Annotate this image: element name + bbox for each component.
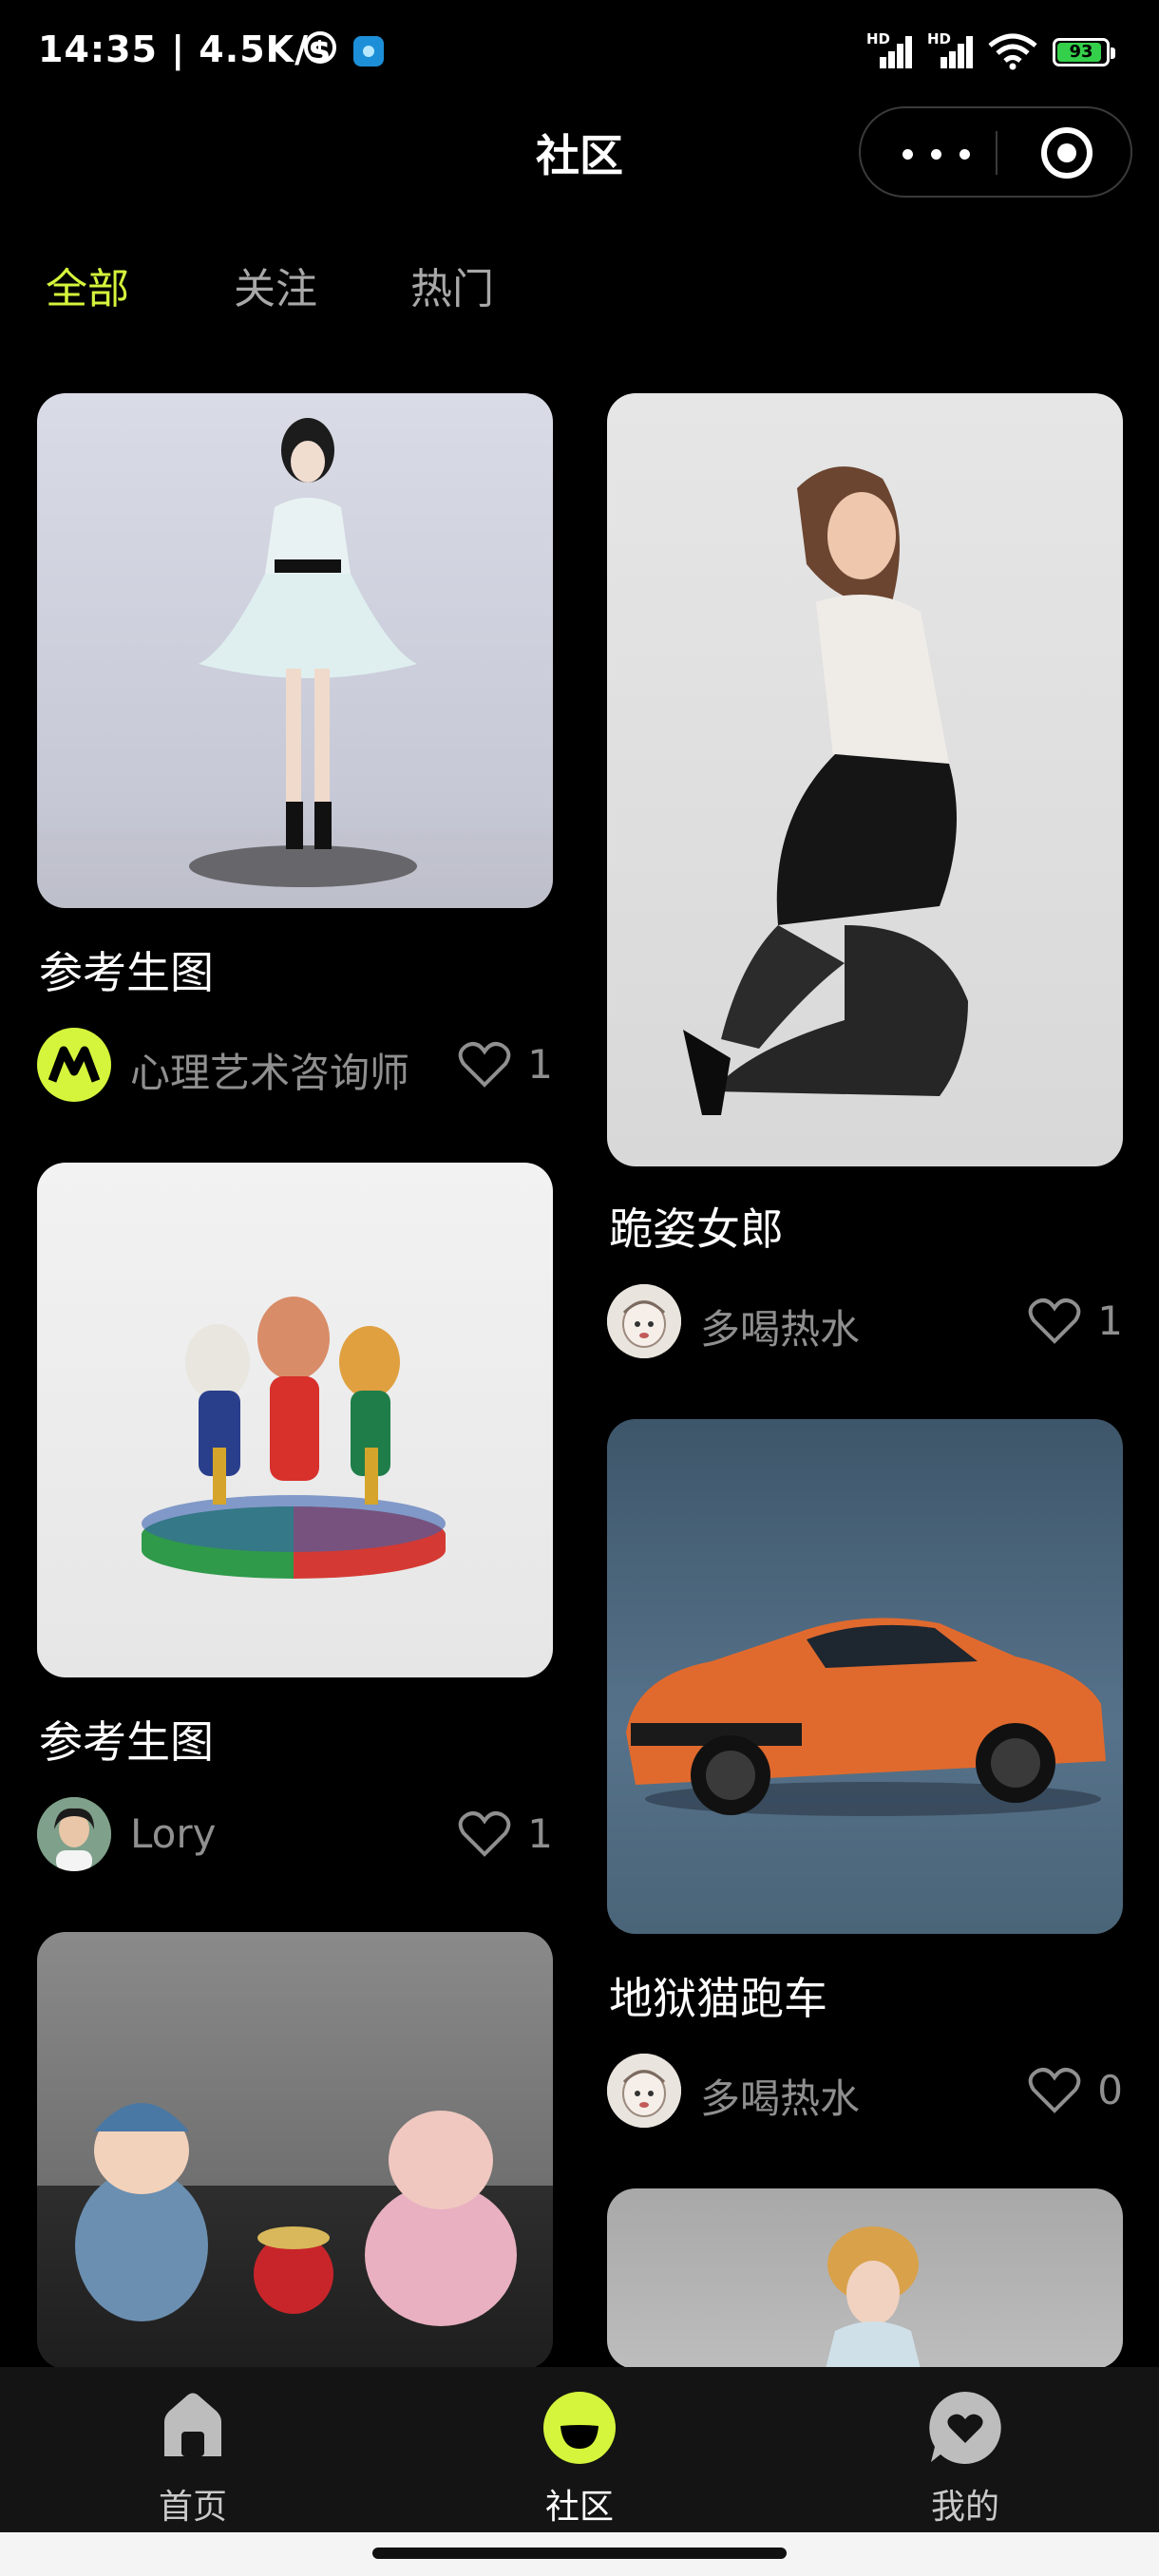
post-image[interactable] [37, 1163, 553, 1677]
nav-profile-label: 我的 [930, 2488, 999, 2527]
home-icon [164, 2393, 221, 2456]
battery-level-text: 93 [1069, 42, 1093, 62]
post-meta: Lory 1 [37, 1797, 553, 1873]
post-card[interactable] [607, 2188, 1123, 2369]
author-name[interactable]: 多喝热水 [700, 2067, 860, 2125]
nav-home-label: 首页 [158, 2488, 227, 2527]
more-dots-icon[interactable] [899, 137, 975, 171]
author-name[interactable]: 多喝热水 [700, 1297, 860, 1355]
like-count: 1 [527, 1810, 553, 1857]
capsule-divider [996, 131, 998, 175]
post-card[interactable]: 参考生图 Lory 1 [37, 1163, 553, 1913]
like-count: 1 [527, 1041, 553, 1088]
profile-heart-icon [929, 2392, 1001, 2464]
signal-icon-2: HD [927, 30, 973, 68]
heart-icon[interactable] [458, 1810, 511, 1858]
bottom-tab-bar: 首页 社区 我的 [0, 2367, 1159, 2532]
post-image[interactable] [607, 1419, 1123, 1934]
mini-program-capsule [859, 106, 1132, 198]
post-image[interactable] [37, 393, 553, 908]
avatar[interactable] [37, 1028, 111, 1102]
post-meta: 多喝热水 1 [607, 1284, 1123, 1360]
tab-following[interactable]: 关注 [234, 255, 317, 315]
signal-hd-label-2: HD [927, 30, 952, 47]
post-title: 参考生图 [39, 1716, 214, 1768]
nav-profile[interactable]: 我的 [889, 2390, 1041, 2527]
nav-community[interactable]: 社区 [504, 2390, 656, 2527]
battery-icon: 93 [1053, 38, 1115, 66]
app-notification-icon [353, 36, 384, 66]
status-time: 14:35 | 4.5K/s [38, 28, 332, 70]
post-meta: 心理艺术咨询师 1 [37, 1028, 553, 1104]
signal-hd-label: HD [866, 30, 891, 47]
post-title: 参考生图 [39, 947, 214, 998]
orange-sports-car-image [626, 1618, 1106, 1816]
status-bar: 14:35 | 4.5K/s HD HD 93 [0, 0, 1159, 104]
category-tabs: 全部 关注 热门 [0, 255, 1159, 321]
post-title: 地狱猫跑车 [609, 1973, 827, 2024]
post-card[interactable]: 跪姿女郎 多喝热水 1 [607, 393, 1123, 1400]
author-name[interactable]: Lory [130, 1810, 216, 1857]
post-image[interactable] [607, 2188, 1123, 2369]
post-title: 跪姿女郎 [609, 1203, 784, 1255]
system-home-indicator-bar [0, 2532, 1159, 2576]
post-card[interactable] [37, 1932, 553, 2369]
post-card[interactable]: 参考生图 心理艺术咨询师 1 [37, 393, 553, 1144]
like-count: 1 [1097, 1297, 1123, 1344]
post-image[interactable] [607, 393, 1123, 1166]
author-name[interactable]: 心理艺术咨询师 [130, 1041, 409, 1099]
avatar[interactable] [37, 1797, 111, 1871]
mascot-figurines-image [142, 1297, 446, 1579]
nav-community-label: 社区 [544, 2488, 614, 2527]
costume-figurine-image [826, 2226, 921, 2369]
like-count: 0 [1097, 2067, 1123, 2113]
heart-icon[interactable] [1028, 2067, 1081, 2114]
white-dress-figurine-image [37, 418, 553, 908]
alarm-icon [304, 31, 336, 64]
post-meta: 多喝热水 0 [607, 2054, 1123, 2130]
heart-icon[interactable] [1028, 1297, 1081, 1345]
post-card[interactable]: 地狱猫跑车 多喝热水 0 [607, 1419, 1123, 2169]
tab-hot[interactable]: 热门 [410, 255, 494, 315]
avatar[interactable] [607, 2054, 681, 2128]
community-icon [543, 2392, 616, 2464]
avatar[interactable] [607, 1284, 681, 1358]
wifi-icon [988, 33, 1037, 70]
kneeling-woman-image [683, 466, 968, 1115]
home-indicator[interactable] [372, 2548, 787, 2559]
nav-home[interactable]: 首页 [117, 2390, 269, 2527]
post-image[interactable] [37, 1932, 553, 2369]
target-close-icon[interactable] [1041, 127, 1092, 179]
heart-icon[interactable] [458, 1041, 511, 1089]
chubby-figurines-image [75, 2103, 517, 2326]
clock-text: 14:35 [38, 28, 158, 70]
signal-icon: HD [866, 30, 912, 68]
tab-all[interactable]: 全部 [46, 255, 129, 315]
